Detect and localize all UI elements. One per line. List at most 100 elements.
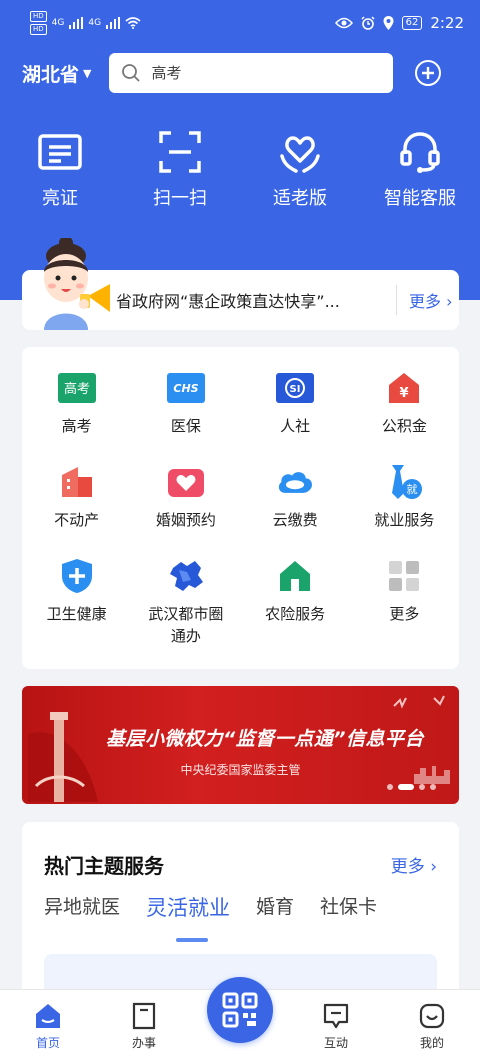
- service-label: 高考: [61, 417, 92, 435]
- clock: 2:22: [430, 14, 464, 32]
- quick-action-label: 亮证: [42, 188, 78, 209]
- service-medical-insurance[interactable]: CHS 医保: [131, 371, 240, 451]
- cloud-icon: [276, 465, 314, 499]
- search-box[interactable]: [109, 53, 394, 93]
- net1-label: 4G: [51, 18, 65, 28]
- service-gaokao[interactable]: 高考 高考: [22, 371, 131, 451]
- eye-icon: [334, 17, 353, 29]
- gaokao-icon: 高考: [57, 371, 96, 405]
- svg-text:CHS: CHS: [173, 382, 198, 395]
- service-label: 就业服务: [374, 511, 435, 529]
- tab-label: 首页: [35, 1036, 60, 1050]
- svg-text:高考: 高考: [64, 381, 90, 397]
- service-wuhan-metro[interactable]: 武汉都市圈 通办: [131, 559, 240, 645]
- status-bar: HD HD 4G 4G 62 2:22: [0, 0, 480, 46]
- chat-icon: [323, 1003, 349, 1029]
- hot-services-title: 热门主题服务: [44, 854, 164, 878]
- service-label: 武汉都市圈 通办: [148, 605, 224, 645]
- service-label: 卫生健康: [46, 605, 107, 623]
- add-button[interactable]: [415, 60, 442, 86]
- service-label: 婚姻预约: [155, 511, 216, 529]
- quick-action-elder[interactable]: 适老版: [240, 128, 360, 210]
- health-shield-icon: [58, 559, 96, 593]
- monument-icon: [28, 712, 98, 802]
- service-more[interactable]: 更多: [350, 559, 459, 639]
- service-social-security[interactable]: SI 人社: [241, 371, 350, 451]
- tab-services[interactable]: 办事: [96, 990, 192, 1061]
- net2-label: 4G: [88, 18, 102, 28]
- quick-action-service[interactable]: 智能客服: [360, 128, 480, 210]
- service-label: 更多: [389, 605, 420, 623]
- plus-icon: [422, 67, 435, 79]
- headset-icon: [400, 132, 440, 173]
- wifi-icon: [125, 17, 141, 29]
- promo-banner[interactable]: 基层小微权力“监督一点通”信息平台 中央纪委国家监委主管: [22, 686, 459, 804]
- service-cloud-payment[interactable]: 云缴费: [241, 465, 350, 545]
- quick-actions: 亮证 扫一扫 适老版 智能客服: [0, 128, 480, 210]
- house-fund-icon: ¥: [385, 371, 423, 405]
- tab-label: 办事: [131, 1036, 156, 1050]
- home-icon: [36, 1004, 60, 1028]
- service-marriage[interactable]: 婚姻预约: [131, 465, 240, 545]
- marriage-icon: [167, 465, 205, 499]
- tab-profile[interactable]: 我的: [384, 990, 480, 1061]
- notice-divider: [396, 285, 397, 315]
- service-housing-fund[interactable]: ¥ 公积金: [350, 371, 459, 451]
- svg-text:SI: SI: [290, 384, 301, 395]
- tab-flexible-employment[interactable]: 灵活就业: [146, 892, 230, 942]
- hot-services-tabs: 异地就医 灵活就业 婚育 社保卡: [44, 892, 377, 942]
- hot-more-label: 更多: [390, 857, 425, 877]
- quick-action-scan[interactable]: 扫一扫: [120, 128, 240, 210]
- sim2-label: HD: [30, 24, 47, 35]
- carousel-indicator: [387, 784, 436, 790]
- farm-house-icon: [276, 559, 314, 593]
- carousel-dot: [430, 784, 436, 790]
- svg-text:¥: ¥: [400, 386, 409, 401]
- qr-scan-button[interactable]: [207, 977, 273, 1043]
- elder-heart-icon: [280, 136, 320, 173]
- si-icon: SI: [276, 371, 315, 405]
- service-real-estate[interactable]: 不动产: [22, 465, 131, 545]
- scan-icon: [159, 131, 201, 173]
- quick-action-label: 智能客服: [384, 188, 456, 209]
- caret-down-icon: ▼: [83, 66, 92, 80]
- service-label: 医保: [170, 417, 201, 435]
- building-icon: [58, 465, 96, 499]
- service-farm-insurance[interactable]: 农险服务: [241, 559, 350, 639]
- tab-marriage-birth[interactable]: 婚育: [256, 892, 294, 922]
- tab-social-security-card[interactable]: 社保卡: [320, 892, 377, 922]
- banner-title: 基层小微权力“监督一点通”信息平台: [106, 728, 424, 750]
- document-icon: [132, 1002, 156, 1030]
- notice-bar[interactable]: 省政府网“惠企政策直达快享”... 更多 ›: [22, 238, 459, 330]
- quick-action-id-card[interactable]: 亮证: [0, 128, 120, 210]
- signal-icon: [69, 17, 84, 29]
- tab-home[interactable]: 首页: [0, 990, 96, 1061]
- birds-decoration: [393, 695, 445, 709]
- search-input[interactable]: [151, 64, 352, 82]
- carousel-dot: [419, 784, 425, 790]
- banner-subtitle: 中央纪委国家监委主管: [180, 763, 301, 777]
- signal-icon: [106, 17, 121, 29]
- hot-services-more-link[interactable]: 更多 ›: [391, 852, 437, 877]
- service-grid-card: 高考 高考 CHS 医保 SI 人社 ¥ 公积金 不动产 婚姻预约 云缴费 就 …: [22, 347, 459, 669]
- service-grid: 高考 高考 CHS 医保 SI 人社 ¥ 公积金 不动产 婚姻预约 云缴费 就 …: [22, 347, 459, 645]
- employment-icon: 就: [385, 465, 423, 499]
- notice-more-link[interactable]: 更多 ›: [409, 288, 453, 312]
- province-selector[interactable]: 湖北省 ▼: [22, 60, 91, 87]
- quick-action-label: 扫一扫: [153, 188, 207, 209]
- notice-text: 省政府网“惠企政策直达快享”...: [116, 292, 340, 311]
- chevron-right-icon: ›: [446, 292, 453, 311]
- carousel-dot-active: [398, 784, 414, 790]
- tab-interaction[interactable]: 互动: [288, 990, 384, 1061]
- status-right: 62 2:22: [334, 14, 464, 32]
- qr-scan-icon: [222, 992, 258, 1028]
- carousel-dot: [387, 784, 393, 790]
- tab-remote-medical[interactable]: 异地就医: [44, 892, 120, 922]
- map-icon: [167, 559, 205, 593]
- service-health[interactable]: 卫生健康: [22, 559, 131, 639]
- tab-label: 互动: [323, 1036, 348, 1050]
- tab-label: 我的: [419, 1036, 444, 1050]
- top-bar: 湖北省 ▼: [0, 52, 480, 94]
- service-label: 不动产: [54, 511, 100, 529]
- service-employment[interactable]: 就 就业服务: [350, 465, 459, 545]
